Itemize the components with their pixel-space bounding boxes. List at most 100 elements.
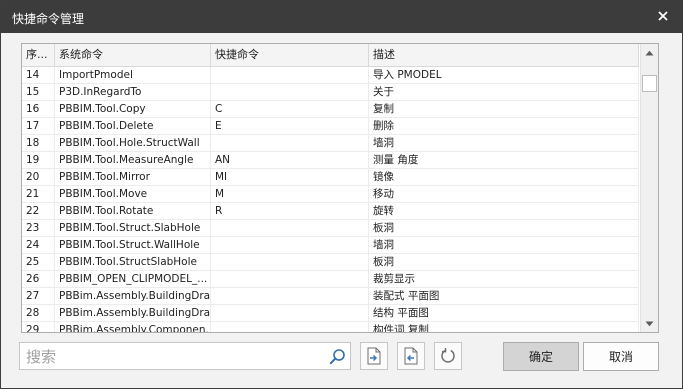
scroll-down-button[interactable] — [641, 315, 658, 332]
system-command: PBBIM.Tool.Delete — [55, 118, 211, 135]
system-command: PBBIM.Tool.Hole.StructWall — [55, 135, 211, 152]
table-body: 14 ImportPmodel 导入 PMODEL 15 P3D.InRegar… — [22, 67, 639, 332]
reset-button[interactable] — [434, 342, 462, 370]
scrollbar-thumb[interactable] — [642, 75, 657, 92]
cancel-button[interactable]: 取消 — [583, 342, 659, 371]
command-table: 序... 系统命令 快捷命令 描述 14 ImportPmodel 导入 PMO… — [21, 43, 659, 333]
table-row[interactable]: 16 PBBIM.Tool.Copy C 复制 — [22, 101, 639, 118]
row-index: 26 — [22, 271, 55, 288]
description: 装配式 平面图 — [369, 288, 639, 305]
reset-icon — [441, 348, 455, 363]
system-command: PBBim.Assembly.BuildingDra... — [55, 288, 211, 305]
table-row[interactable]: 14 ImportPmodel 导入 PMODEL — [22, 67, 639, 84]
system-command: PBBIM.Tool.Struct.WallHole — [55, 237, 211, 254]
search-icon[interactable] — [329, 348, 346, 365]
system-command: PBBIM.Tool.Rotate — [55, 203, 211, 220]
description: 复制 — [369, 101, 639, 118]
row-index: 17 — [22, 118, 55, 135]
shortcut-command[interactable]: M — [211, 186, 369, 203]
dialog-title: 快捷命令管理 — [12, 12, 85, 26]
shortcut-command[interactable]: E — [211, 118, 369, 135]
description: 导入 PMODEL — [369, 67, 639, 84]
system-command: ImportPmodel — [55, 67, 211, 84]
close-button[interactable] — [652, 5, 674, 27]
table-row[interactable]: 29 PBBim.Assembly.Componen... 构件词 复制 — [22, 322, 639, 332]
search-box — [19, 342, 351, 370]
description: 板洞 — [369, 254, 639, 271]
table-row[interactable]: 19 PBBIM.Tool.MeasureAngle AN 测量 角度 — [22, 152, 639, 169]
row-index: 25 — [22, 254, 55, 271]
description: 墙洞 — [369, 237, 639, 254]
vertical-scrollbar[interactable] — [640, 44, 658, 332]
table-row[interactable]: 15 P3D.InRegardTo 关于 — [22, 84, 639, 101]
system-command: PBBIM.Tool.MeasureAngle — [55, 152, 211, 169]
row-index: 23 — [22, 220, 55, 237]
row-index: 21 — [22, 186, 55, 203]
table-row[interactable]: 23 PBBIM.Tool.Struct.SlabHole 板洞 — [22, 220, 639, 237]
shortcut-command[interactable] — [211, 305, 369, 322]
shortcut-command[interactable]: C — [211, 101, 369, 118]
system-command: PBBim.Assembly.BuildingDra... — [55, 305, 211, 322]
scroll-down-icon — [645, 321, 654, 326]
row-index: 27 — [22, 288, 55, 305]
import-file-icon — [367, 347, 381, 365]
column-header-index[interactable]: 序... — [22, 44, 55, 66]
table-row[interactable]: 28 PBBim.Assembly.BuildingDra... 结构 平面图 — [22, 305, 639, 322]
system-command: PBBIM.Tool.Struct.SlabHole — [55, 220, 211, 237]
scroll-up-button[interactable] — [641, 44, 658, 61]
description: 板洞 — [369, 220, 639, 237]
shortcut-command[interactable] — [211, 271, 369, 288]
description: 裁剪显示 — [369, 271, 639, 288]
system-command: PBBIM_OPEN_CLIPMODEL_... — [55, 271, 211, 288]
system-command: PBBIM.Tool.Mirror — [55, 169, 211, 186]
shortcut-command[interactable]: R — [211, 203, 369, 220]
import-button[interactable] — [360, 342, 388, 370]
row-index: 16 — [22, 101, 55, 118]
table-row[interactable]: 21 PBBIM.Tool.Move M 移动 — [22, 186, 639, 203]
description: 删除 — [369, 118, 639, 135]
shortcut-command[interactable] — [211, 237, 369, 254]
column-header-system-command[interactable]: 系统命令 — [55, 44, 211, 66]
row-index: 29 — [22, 322, 55, 332]
description: 结构 平面图 — [369, 305, 639, 322]
row-index: 20 — [22, 169, 55, 186]
shortcut-command[interactable] — [211, 135, 369, 152]
shortcut-command[interactable] — [211, 67, 369, 84]
table-row[interactable]: 18 PBBIM.Tool.Hole.StructWall 墙洞 — [22, 135, 639, 152]
table-header: 序... 系统命令 快捷命令 描述 — [22, 44, 639, 67]
search-input[interactable] — [24, 345, 328, 369]
row-index: 15 — [22, 84, 55, 101]
export-button[interactable] — [397, 342, 425, 370]
row-index: 18 — [22, 135, 55, 152]
shortcut-command[interactable] — [211, 220, 369, 237]
description: 关于 — [369, 84, 639, 101]
export-file-icon — [404, 347, 418, 365]
shortcut-command[interactable] — [211, 254, 369, 271]
table-row[interactable]: 25 PBBIM.Tool.StructSlabHole 板洞 — [22, 254, 639, 271]
column-header-shortcut[interactable]: 快捷命令 — [211, 44, 369, 66]
shortcut-command[interactable]: AN — [211, 152, 369, 169]
table-row[interactable]: 20 PBBIM.Tool.Mirror MI 镜像 — [22, 169, 639, 186]
table-row[interactable]: 24 PBBIM.Tool.Struct.WallHole 墙洞 — [22, 237, 639, 254]
table-row[interactable]: 26 PBBIM_OPEN_CLIPMODEL_... 裁剪显示 — [22, 271, 639, 288]
system-command: PBBIM.Tool.Move — [55, 186, 211, 203]
shortcut-command[interactable] — [211, 288, 369, 305]
table-row[interactable]: 27 PBBim.Assembly.BuildingDra... 装配式 平面图 — [22, 288, 639, 305]
shortcut-command[interactable]: MI — [211, 169, 369, 186]
column-header-description[interactable]: 描述 — [369, 44, 639, 66]
ok-button[interactable]: 确定 — [503, 342, 579, 371]
table-row[interactable]: 17 PBBIM.Tool.Delete E 删除 — [22, 118, 639, 135]
description: 构件词 复制 — [369, 322, 639, 332]
close-icon — [658, 11, 668, 21]
system-command: P3D.InRegardTo — [55, 84, 211, 101]
shortcut-command[interactable] — [211, 322, 369, 332]
description: 镜像 — [369, 169, 639, 186]
shortcut-command[interactable] — [211, 84, 369, 101]
title-bar: 快捷命令管理 — [1, 1, 682, 33]
system-command: PBBIM.Tool.Copy — [55, 101, 211, 118]
table-row[interactable]: 22 PBBIM.Tool.Rotate R 旋转 — [22, 203, 639, 220]
system-command: PBBim.Assembly.Componen... — [55, 322, 211, 332]
row-index: 22 — [22, 203, 55, 220]
description: 测量 角度 — [369, 152, 639, 169]
row-index: 14 — [22, 67, 55, 84]
